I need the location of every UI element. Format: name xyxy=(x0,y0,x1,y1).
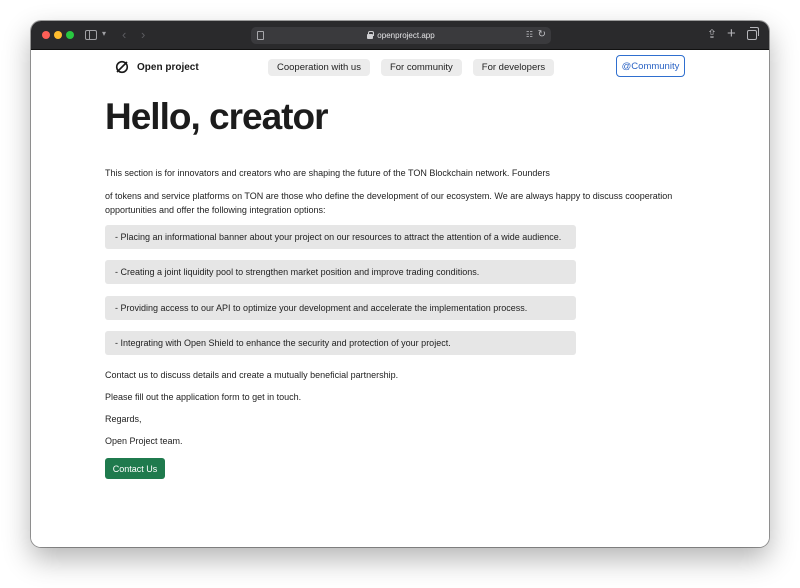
close-window-button[interactable] xyxy=(42,31,50,39)
forward-icon[interactable]: › xyxy=(141,28,145,41)
option-liquidity-pool: - Creating a joint liquidity pool to str… xyxy=(105,260,576,284)
reload-icon[interactable]: ↻ xyxy=(538,29,546,40)
logo-text: Open project xyxy=(137,61,199,73)
new-tab-icon[interactable]: + xyxy=(727,26,736,41)
browser-window: ▾ ‹ › openproject.app ☷ ↻ ⇪ + Open proje… xyxy=(31,21,769,547)
share-icon[interactable]: ⇪ xyxy=(707,28,717,40)
form-text: Please fill out the application form to … xyxy=(105,392,302,402)
chevron-down-icon[interactable]: ▾ xyxy=(102,30,106,38)
tabs-overview-icon[interactable] xyxy=(747,27,759,40)
contact-text: Contact us to discuss details and create… xyxy=(105,370,399,380)
intro-paragraph-2: of tokens and service platforms on TON a… xyxy=(105,191,673,215)
nav-developers[interactable]: For developers xyxy=(472,59,555,76)
address-bar[interactable]: openproject.app ☷ ↻ xyxy=(251,27,551,44)
option-banner: - Placing an informational banner about … xyxy=(105,225,576,249)
url-text: openproject.app xyxy=(377,31,435,40)
slashed-circle-icon xyxy=(115,60,129,74)
nav-cooperation[interactable]: Cooperation with us xyxy=(268,59,370,76)
option-open-shield: - Integrating with Open Shield to enhanc… xyxy=(105,331,576,355)
web-page: Open project Cooperation with us For com… xyxy=(31,50,769,547)
url-display[interactable]: openproject.app xyxy=(251,27,551,44)
browser-toolbar: ▾ ‹ › openproject.app ☷ ↻ ⇪ + xyxy=(31,21,769,50)
translate-icon[interactable]: ☷ xyxy=(526,30,533,39)
lock-icon xyxy=(367,31,375,39)
signature-text: Open Project team. xyxy=(105,436,183,446)
regards-text: Regards, xyxy=(105,414,142,424)
contact-us-button[interactable]: Contact Us xyxy=(105,458,165,479)
community-button[interactable]: @Community xyxy=(616,55,685,77)
sidebar-icon[interactable] xyxy=(85,30,97,40)
back-icon[interactable]: ‹ xyxy=(122,28,126,41)
main-nav: Cooperation with us For community For de… xyxy=(268,59,555,76)
minimize-window-button[interactable] xyxy=(54,31,62,39)
zoom-window-button[interactable] xyxy=(66,31,74,39)
page-title: Hello, creator xyxy=(105,96,328,137)
site-logo[interactable]: Open project xyxy=(115,60,199,74)
intro-paragraph-1: This section is for innovators and creat… xyxy=(105,168,550,178)
option-api-access: - Providing access to our API to optimiz… xyxy=(105,296,576,320)
nav-community[interactable]: For community xyxy=(380,59,462,76)
